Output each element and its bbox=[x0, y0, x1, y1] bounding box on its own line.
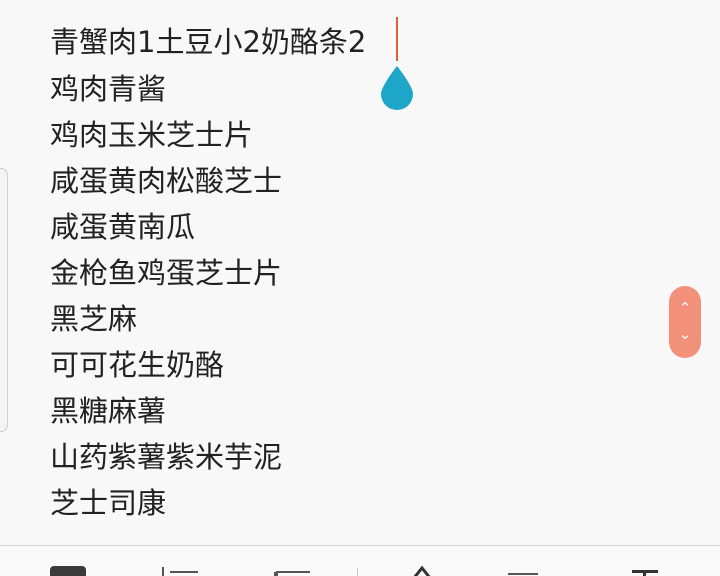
note-line[interactable]: 黑糖麻薯 bbox=[50, 388, 166, 434]
note-text-area[interactable]: 青蟹肉1土豆小2奶酪条2 鸡肉青酱 鸡肉玉米芝士片 咸蛋黄肉松酸芝士 咸蛋黄南瓜… bbox=[0, 0, 720, 545]
note-line[interactable]: 青蟹肉1土豆小2奶酪条2 bbox=[50, 19, 366, 65]
note-line[interactable]: 山药紫薯紫米芋泥 bbox=[50, 434, 282, 480]
note-line[interactable]: 金枪鱼鸡蛋芝士片 bbox=[50, 250, 282, 296]
note-line[interactable]: 鸡肉玉米芝士片 bbox=[50, 112, 253, 158]
fast-scroll-handle[interactable]: ⌃ ⌄ bbox=[669, 286, 701, 358]
note-line[interactable]: 咸蛋黄肉松酸芝士 bbox=[50, 158, 282, 204]
align-icon[interactable] bbox=[508, 566, 538, 576]
bullet-list-icon[interactable] bbox=[272, 566, 312, 576]
text-format-icon[interactable] bbox=[630, 566, 660, 576]
note-line[interactable]: 咸蛋黄南瓜 bbox=[50, 204, 195, 250]
text-cursor bbox=[396, 17, 398, 61]
note-editor-screen: 青蟹肉1土豆小2奶酪条2 鸡肉青酱 鸡肉玉米芝士片 咸蛋黄肉松酸芝士 咸蛋黄南瓜… bbox=[0, 0, 720, 576]
water-drop-icon[interactable] bbox=[379, 64, 415, 110]
chevron-up-icon[interactable]: ⌃ bbox=[669, 298, 701, 318]
note-line[interactable]: 可可花生奶酪 bbox=[50, 342, 224, 388]
formatting-toolbar bbox=[0, 545, 720, 576]
note-line[interactable]: 鸡肉青酱 bbox=[50, 66, 166, 112]
numbered-list-icon[interactable] bbox=[160, 566, 200, 576]
chevron-down-icon[interactable]: ⌄ bbox=[669, 324, 701, 344]
note-line[interactable]: 黑芝麻 bbox=[50, 296, 137, 342]
text-size-icon[interactable] bbox=[410, 566, 434, 576]
toolbar-divider bbox=[357, 568, 358, 576]
note-line[interactable]: 芝士司康 bbox=[50, 480, 166, 526]
checkbox-icon[interactable] bbox=[50, 566, 86, 576]
